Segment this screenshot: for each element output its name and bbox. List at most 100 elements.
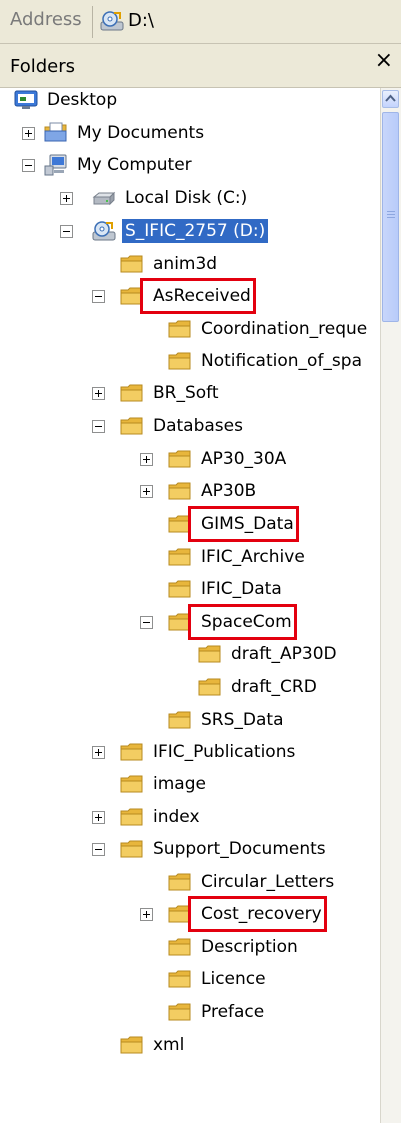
chevron-up-icon — [385, 94, 396, 102]
cd-drive-icon — [92, 221, 116, 241]
annotation-highlight-box — [188, 506, 299, 542]
tree-item[interactable]: Circular_Letters — [168, 866, 337, 898]
tree-item[interactable]: Description — [168, 931, 301, 963]
tree-item[interactable]: IFIC_Archive — [168, 541, 308, 573]
tree-item[interactable]: SRS_Data — [168, 704, 287, 736]
expand-icon[interactable] — [92, 745, 105, 759]
tree-item[interactable]: Support_Documents — [92, 833, 329, 865]
tree-item[interactable]: Notification_of_spa — [168, 345, 365, 377]
tree-item-label: IFIC_Publications — [153, 742, 296, 762]
tree-item-label: Preface — [201, 1002, 265, 1022]
folder-icon — [198, 645, 221, 663]
tree-item-label: Coordination_reque — [201, 319, 368, 339]
collapse-icon[interactable] — [92, 289, 105, 303]
address-divider — [92, 6, 93, 38]
tree-item[interactable]: draft_CRD — [198, 671, 320, 703]
scroll-up-button[interactable] — [382, 90, 399, 108]
expand-icon[interactable] — [92, 810, 105, 824]
annotation-highlight-box — [188, 896, 327, 932]
tree-item[interactable]: My Documents — [22, 117, 207, 149]
folder-icon — [168, 320, 191, 338]
folder-tree: Desktop My Documents My Computer Local Disk… — [0, 88, 380, 1123]
expand-icon[interactable] — [140, 907, 153, 921]
tree-item[interactable]: xml — [120, 1029, 187, 1061]
expand-icon[interactable] — [140, 484, 153, 498]
tree-item-label: S_IFIC_2757 (D:) — [122, 219, 269, 243]
tree-item-label: My Documents — [77, 123, 205, 143]
tree-item[interactable]: anim3d — [120, 248, 220, 280]
tree-item[interactable]: AP30B — [140, 475, 259, 507]
tree-item-label: Notification_of_spa — [201, 351, 362, 371]
tree-item-label: IFIC_Archive — [201, 547, 305, 567]
tree-item-label: Licence — [201, 969, 266, 989]
folder-icon — [120, 417, 143, 435]
folder-icon — [168, 1003, 191, 1021]
tree-item[interactable]: image — [120, 768, 209, 800]
folder-icon — [168, 482, 191, 500]
tree-item[interactable]: S_IFIC_2757 (D:) — [60, 215, 269, 247]
collapse-icon[interactable] — [140, 615, 153, 629]
folder-icon — [198, 678, 221, 696]
tree-item[interactable]: BR_Soft — [92, 377, 222, 409]
collapse-icon[interactable] — [60, 224, 73, 238]
tree-item[interactable]: IFIC_Data — [168, 573, 285, 605]
tree-item[interactable]: index — [92, 801, 203, 833]
tree-item[interactable]: Licence — [168, 963, 269, 995]
folders-title: Folders — [10, 56, 76, 77]
tree-item[interactable]: My Computer — [22, 149, 195, 181]
tree-item-label: SRS_Data — [201, 710, 284, 730]
folder-icon — [120, 743, 143, 761]
tree-item-label: Desktop — [47, 90, 118, 110]
address-input[interactable]: D:\ — [128, 10, 154, 31]
my-computer-icon — [44, 154, 67, 176]
expand-icon[interactable] — [22, 126, 35, 140]
tree-item[interactable]: IFIC_Publications — [92, 736, 298, 768]
folder-icon — [168, 450, 191, 468]
close-icon[interactable]: × — [375, 50, 393, 72]
scroll-thumb[interactable] — [382, 112, 399, 322]
address-label: Address — [10, 9, 82, 30]
desktop-icon — [14, 90, 38, 109]
tree-item[interactable]: Coordination_reque — [168, 313, 370, 345]
tree-item[interactable]: Desktop — [14, 84, 120, 116]
address-bar: Address D:\ — [0, 0, 401, 44]
folder-icon — [120, 840, 143, 858]
folder-icon — [168, 938, 191, 956]
expand-icon[interactable] — [60, 191, 73, 205]
tree-item-label: Circular_Letters — [201, 872, 335, 892]
tree-item-label: My Computer — [77, 155, 192, 175]
folder-icon — [168, 352, 191, 370]
tree-item-label: Databases — [153, 416, 243, 436]
annotation-highlight-box — [188, 604, 297, 640]
folder-icon — [120, 384, 143, 402]
my-documents-icon — [44, 122, 67, 142]
collapse-icon[interactable] — [92, 842, 105, 856]
tree-item-label: xml — [153, 1035, 185, 1055]
vertical-scrollbar[interactable] — [380, 88, 401, 1123]
tree-item-label: BR_Soft — [153, 383, 219, 403]
tree-item-label: draft_AP30D — [231, 644, 337, 664]
tree-item-label: AP30B — [201, 481, 257, 501]
tree-item[interactable]: AP30_30A — [140, 443, 289, 475]
tree-item-label: Description — [201, 937, 298, 957]
tree-item-label: anim3d — [153, 254, 218, 274]
folder-icon — [168, 580, 191, 598]
folder-icon — [120, 775, 143, 793]
collapse-icon[interactable] — [92, 419, 105, 433]
folder-icon — [168, 873, 191, 891]
tree-item[interactable]: Local Disk (C:) — [60, 182, 250, 214]
folder-icon — [168, 970, 191, 988]
tree-item[interactable]: draft_AP30D — [198, 638, 340, 670]
tree-item[interactable]: Databases — [92, 410, 246, 442]
tree-item-label: draft_CRD — [231, 677, 317, 697]
folder-icon — [120, 1036, 143, 1054]
expand-icon[interactable] — [92, 386, 105, 400]
tree-item[interactable]: Preface — [168, 996, 267, 1028]
expand-icon[interactable] — [140, 452, 153, 466]
cd-drive-icon — [100, 11, 124, 31]
tree-item-label: IFIC_Data — [201, 579, 282, 599]
tree-item-label: image — [153, 774, 206, 794]
folder-icon — [168, 548, 191, 566]
collapse-icon[interactable] — [22, 158, 35, 172]
folder-icon — [120, 255, 143, 273]
